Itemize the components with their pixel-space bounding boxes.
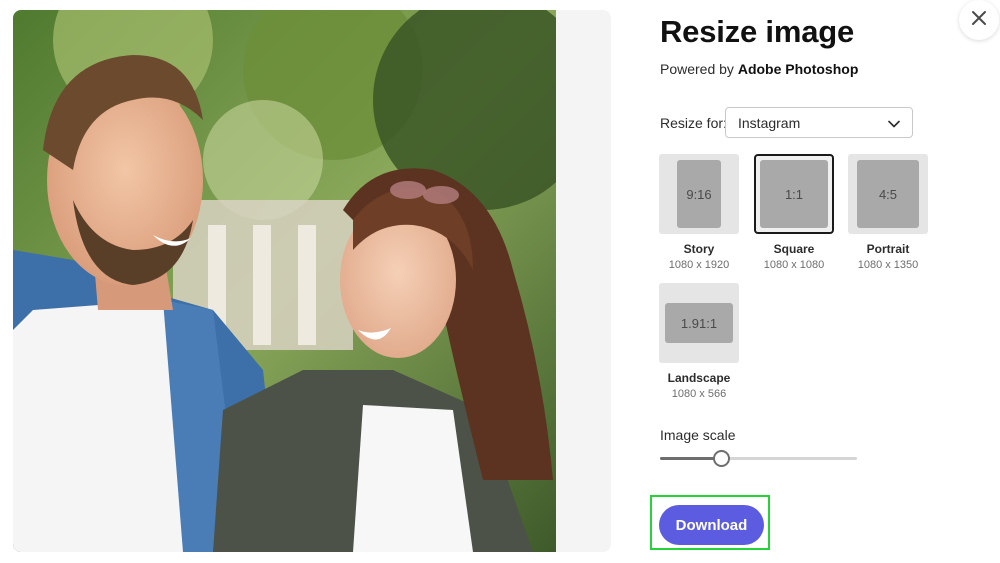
- size-ratio: 1.91:1: [665, 303, 733, 343]
- page-title: Resize image: [660, 14, 855, 49]
- size-option-story[interactable]: 9:16 Story 1080 x 1920: [659, 154, 739, 271]
- slider-handle[interactable]: [713, 450, 731, 467]
- image-scale-label: Image scale: [660, 427, 736, 443]
- powered-by-brand: Adobe Photoshop: [737, 61, 859, 77]
- size-tile: 1:1: [754, 154, 834, 234]
- size-tile: 9:16: [659, 154, 739, 234]
- download-button[interactable]: Download: [659, 505, 764, 545]
- resize-image-dialog: Resize image Powered by Adobe Photoshop …: [0, 0, 1000, 563]
- powered-by-prefix: Powered by: [660, 61, 734, 77]
- image-scale-slider[interactable]: [660, 448, 857, 468]
- size-name: Portrait: [866, 242, 910, 256]
- size-ratio: 1:1: [760, 160, 828, 228]
- size-name: Square: [773, 242, 815, 256]
- size-option-landscape[interactable]: 1.91:1 Landscape 1080 x 566: [659, 283, 739, 400]
- preview-panel: [13, 10, 611, 552]
- size-option-portrait[interactable]: 4:5 Portrait 1080 x 1350: [848, 154, 928, 271]
- size-dimensions: 1080 x 1080: [763, 259, 825, 271]
- close-icon: [971, 10, 987, 31]
- size-tile: 4:5: [848, 154, 928, 234]
- platform-select[interactable]: Instagram: [725, 107, 913, 138]
- size-ratio: 9:16: [677, 160, 721, 228]
- size-name: Landscape: [667, 371, 731, 385]
- preview-photo: [13, 10, 556, 552]
- slider-fill: [660, 457, 722, 460]
- size-name: Story: [683, 242, 715, 256]
- size-dimensions: 1080 x 1920: [668, 259, 730, 271]
- chevron-down-icon: [888, 115, 900, 131]
- size-ratio: 4:5: [857, 160, 919, 228]
- close-button[interactable]: [959, 0, 999, 40]
- size-dimensions: 1080 x 566: [671, 388, 727, 400]
- size-option-square[interactable]: 1:1 Square 1080 x 1080: [754, 154, 834, 271]
- resize-for-label: Resize for:: [660, 115, 727, 131]
- powered-by: Powered by Adobe Photoshop: [660, 61, 858, 77]
- size-tile: 1.91:1: [659, 283, 739, 363]
- size-dimensions: 1080 x 1350: [857, 259, 919, 271]
- platform-select-value: Instagram: [738, 114, 801, 131]
